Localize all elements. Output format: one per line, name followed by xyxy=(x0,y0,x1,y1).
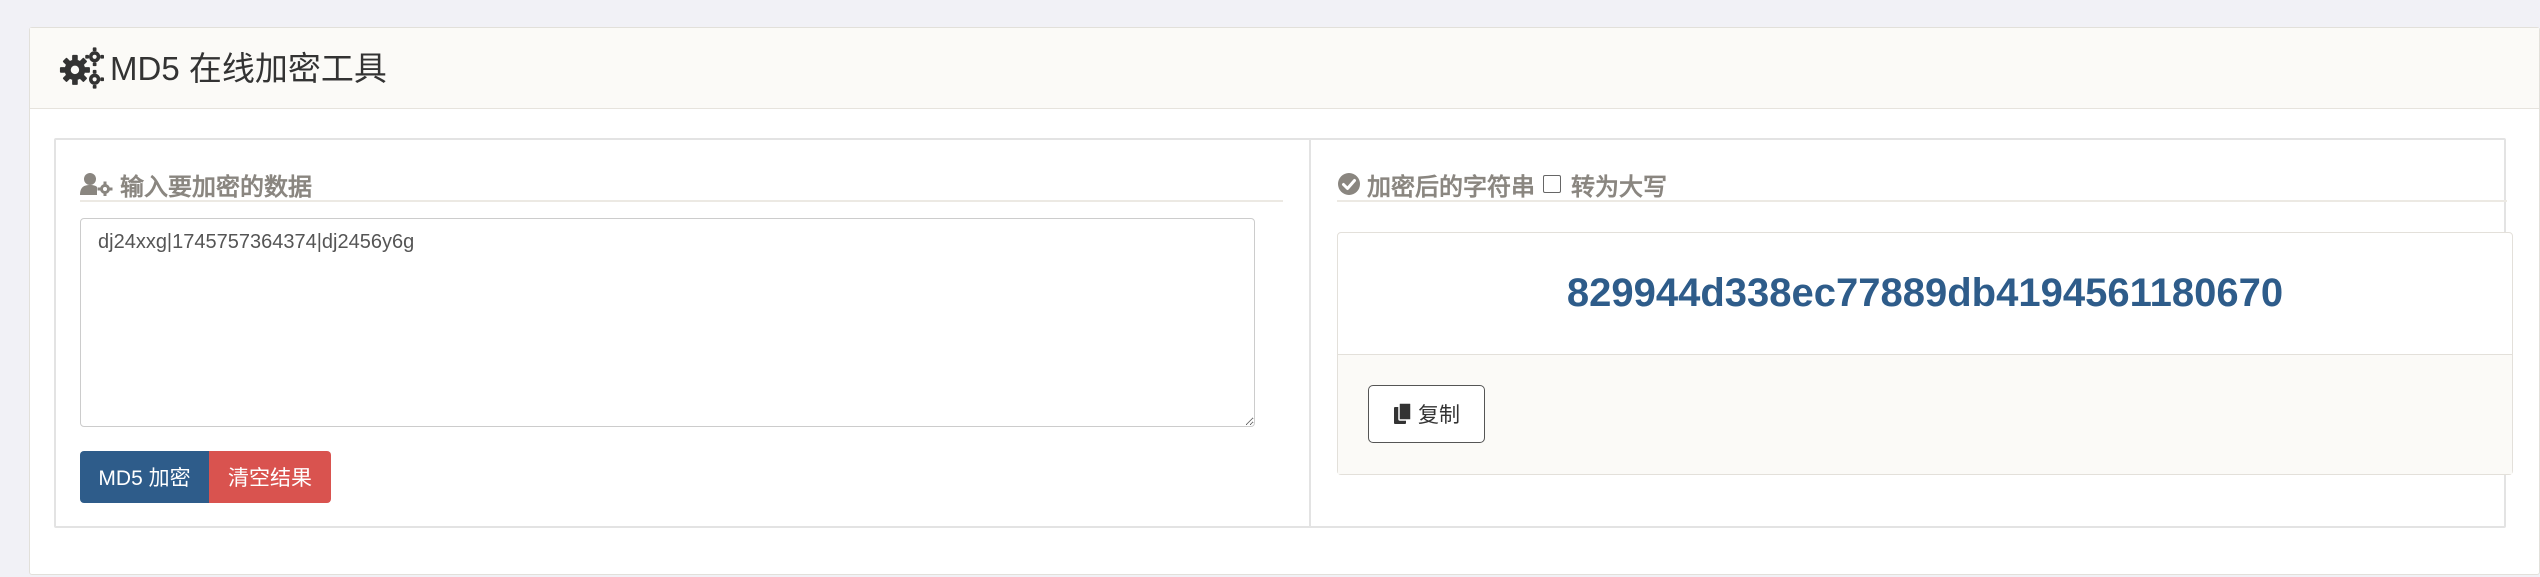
result-footer: 复制 xyxy=(1338,355,2512,474)
copy-button[interactable]: 复制 xyxy=(1368,385,1485,443)
gears-icon xyxy=(59,47,104,89)
input-column: 输入要加密的数据 dj24xxg|1745757364374|dj2456y6g… xyxy=(56,140,1311,526)
action-buttons: MD5 加密 清空结果 xyxy=(80,451,331,503)
copy-button-label: 复制 xyxy=(1418,404,1460,427)
md5-tool-panel: MD5 在线加密工具 输入要加密的数据 dj24xxg|174575736437… xyxy=(29,27,2540,575)
result-section-title: 加密后的字符串 转为大写 xyxy=(1337,168,2507,202)
result-section-label: 加密后的字符串 xyxy=(1367,173,1535,201)
data-input[interactable]: dj24xxg|1745757364374|dj2456y6g xyxy=(80,218,1255,427)
uppercase-checkbox[interactable] xyxy=(1543,175,1561,193)
page-title: MD5 在线加密工具 xyxy=(110,49,387,87)
panel-header: MD5 在线加密工具 xyxy=(30,28,2539,109)
input-section-title: 输入要加密的数据 xyxy=(80,168,1283,202)
md5-encrypt-button[interactable]: MD5 加密 xyxy=(80,451,209,503)
clear-result-button[interactable]: 清空结果 xyxy=(209,451,331,503)
check-circle-icon xyxy=(1338,173,1360,195)
user-cog-icon xyxy=(80,173,113,196)
input-section-label: 输入要加密的数据 xyxy=(120,173,312,201)
result-column: 加密后的字符串 转为大写 829944d338ec77889db41945611… xyxy=(1313,140,2513,526)
tool-body: 输入要加密的数据 dj24xxg|1745757364374|dj2456y6g… xyxy=(54,138,2513,528)
copy-icon xyxy=(1394,403,1412,424)
uppercase-label[interactable]: 转为大写 xyxy=(1571,167,1667,202)
md5-hash-output: 829944d338ec77889db4194561180670 xyxy=(1338,233,2512,355)
result-box: 829944d338ec77889db4194561180670 复制 xyxy=(1337,232,2513,475)
